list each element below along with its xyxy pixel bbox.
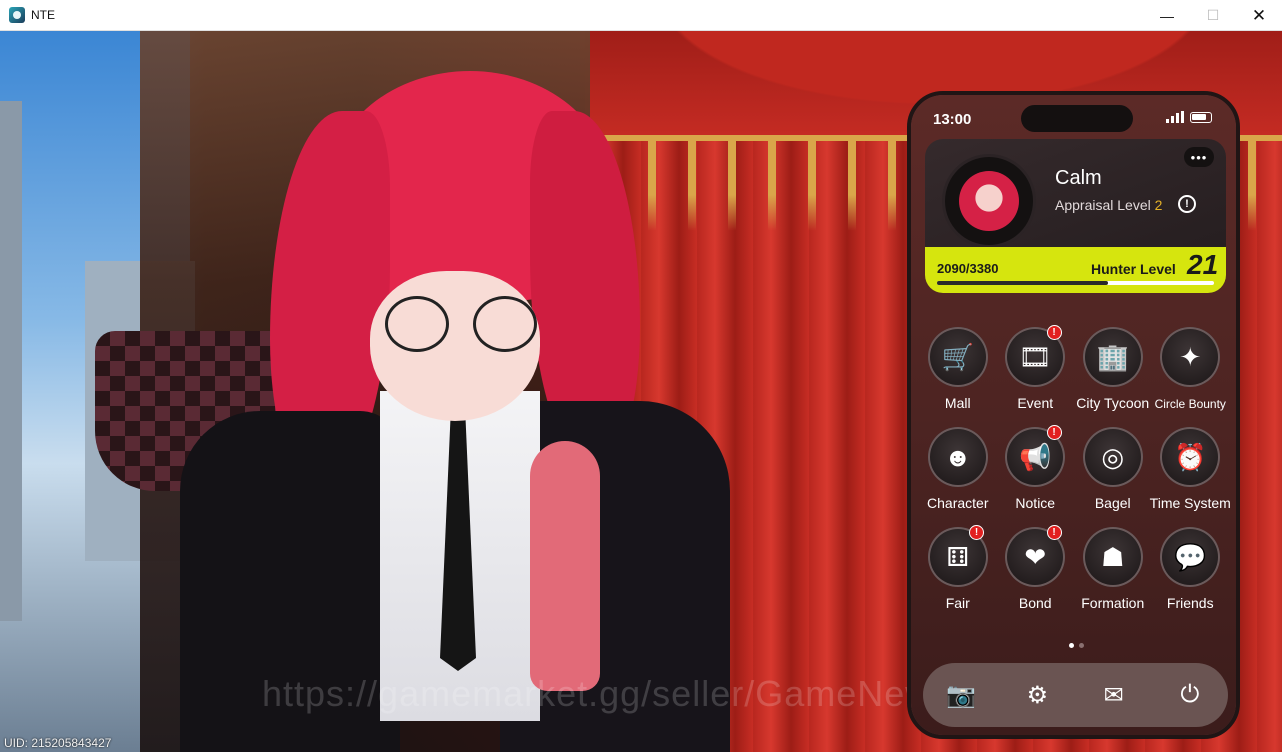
app-bagel[interactable]: ◎ Bagel [1074,427,1152,513]
app-label: Character [927,495,989,511]
watermark-text: https://gamemarket.gg/seller/GameNews [262,673,952,714]
chat-bubbles-icon[interactable]: 💬 [1160,527,1221,587]
signal-icon [1166,111,1184,123]
notification-badge-icon: ! [1046,425,1062,440]
cart-icon[interactable]: 🛒 [927,327,988,387]
formation-icon[interactable]: ☗ [1082,527,1143,587]
cat-plush-keychain [530,441,600,691]
hunter-level-label: Hunter Level [1091,261,1176,277]
building-icon[interactable]: 🏢 [1082,327,1143,387]
app-formation[interactable]: ☗ Formation [1074,527,1152,613]
info-icon[interactable]: ! [1178,195,1196,213]
game-viewport[interactable]: https://gamemarket.gg/seller/GameNews UI… [0,31,1282,752]
window-titlebar: NTE — ☐ ✕ [0,0,1282,31]
hunter-level-value: 21 [1187,249,1219,280]
phone-notch [1021,105,1133,132]
app-grid: 🛒 Mall 🎞! Event 🏢 City Tycoon ✦ Circle Bounty ☻ C… [919,325,1236,613]
app-friends[interactable]: 💬 Friends [1152,527,1230,613]
phone-menu-panel: 13:00 ••• Calm Appraisal Level 2 ! 2090/… [907,91,1240,739]
more-options-button[interactable]: ••• [1184,147,1214,167]
app-label: Notice [1015,495,1056,511]
battery-icon [1190,111,1212,123]
character-glasses [385,296,537,352]
notification-badge-icon: ! [1046,525,1062,540]
app-mall[interactable]: 🛒 Mall [919,327,997,413]
phone-status-icons [1166,111,1212,123]
app-fair[interactable]: ⚅! Fair [919,525,997,613]
app-label: Time System [1149,495,1231,511]
app-city-tycoon[interactable]: 🏢 City Tycoon [1074,327,1152,413]
close-button[interactable]: ✕ [1236,0,1282,31]
app-label: Bagel [1094,495,1131,511]
app-label: Fair [945,595,970,611]
avatar [959,171,1019,231]
app-label: Formation [1081,595,1145,611]
page-indicator [1069,643,1084,648]
settings-gear-icon[interactable]: ⚙ [1017,675,1057,715]
app-character[interactable]: ☻ Character [919,427,997,513]
xp-progress-text: 2090/3380 [937,261,999,276]
app-event[interactable]: 🎞! Event [997,325,1075,413]
bagel-icon[interactable]: ◎ [1082,427,1143,487]
app-bond[interactable]: ❤! Bond [997,525,1075,613]
notification-badge-icon: ! [1046,325,1062,340]
page-dot[interactable] [1069,643,1074,648]
notification-badge-icon: ! [969,525,984,540]
avatar-frame[interactable] [945,157,1033,245]
xp-progress-fill [937,281,1109,285]
page-dot[interactable] [1079,643,1084,648]
app-label: Event [1017,395,1054,411]
hunter-level-bar: 2090/3380 Hunter Level 21 [925,247,1226,293]
player-uid: UID: 215205843427 [4,736,112,750]
app-label: Friends [1166,595,1214,611]
app-label: Bond [1018,595,1052,611]
camera-icon[interactable]: 📷 [941,675,981,715]
window-title: NTE [31,8,55,22]
app-notice[interactable]: 📢! Notice [997,425,1075,513]
appraisal-value: 2 [1154,197,1163,213]
minimize-button[interactable]: — [1144,0,1190,31]
phone-dock: 📷 ⚙ ✉ ⏻ [923,663,1228,727]
mail-icon[interactable]: ✉ [1094,675,1134,715]
character-icon[interactable]: ☻ [927,427,988,487]
xp-progress-track [937,281,1214,285]
appraisal-level: Appraisal Level 2 [1055,197,1162,213]
player-name: Calm [1055,167,1102,189]
bounty-icon[interactable]: ✦ [1160,327,1221,387]
app-circle-bounty[interactable]: ✦ Circle Bounty [1152,327,1230,413]
app-time-system[interactable]: ⏰ Time System [1149,427,1231,513]
phone-status-time: 13:00 [933,111,972,128]
appraisal-label: Appraisal Level [1055,197,1151,213]
profile-card[interactable]: ••• Calm Appraisal Level 2 ! 2090/3380 H… [925,139,1226,293]
power-icon[interactable]: ⏻ [1170,675,1210,715]
app-label: Mall [944,395,971,411]
app-label: Circle Bounty [1154,397,1226,411]
maximize-button[interactable]: ☐ [1190,0,1236,31]
app-logo-icon [9,7,25,23]
alarm-clock-icon[interactable]: ⏰ [1160,427,1221,487]
building-left [0,101,22,621]
app-label: City Tycoon [1076,395,1150,411]
